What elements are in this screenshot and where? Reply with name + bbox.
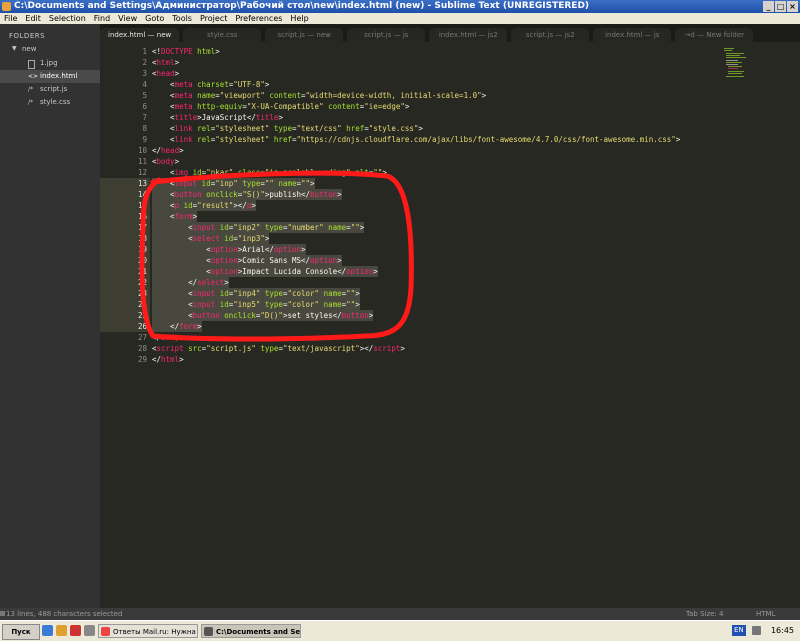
- code-line[interactable]: <meta name="viewport" content="width=dev…: [152, 90, 486, 101]
- sidebar-file-1jpg[interactable]: 1.jpg: [0, 57, 100, 70]
- code-line[interactable]: <html>: [152, 57, 179, 68]
- tab-index-html-new[interactable]: index.html — new: [100, 28, 180, 42]
- line-number: 9: [142, 135, 147, 144]
- menu-file[interactable]: File: [0, 13, 21, 24]
- line-number: 2: [142, 58, 147, 67]
- code-line[interactable]: <meta http-equiv="X-UA-Compatible" conte…: [152, 101, 409, 112]
- selection-status: 13 lines, 488 characters selected: [6, 610, 123, 618]
- quicklaunch-opera-icon[interactable]: [70, 625, 81, 636]
- start-button[interactable]: Пуск: [2, 624, 40, 640]
- tab-new-folder[interactable]: →d — New folder: [675, 28, 754, 42]
- folder-label: new: [22, 45, 37, 53]
- tab-index-html-js[interactable]: index.html — js: [593, 28, 672, 42]
- quicklaunch-browser-icon[interactable]: [56, 625, 67, 636]
- task-mailru[interactable]: Ответы Mail.ru: Нужна ...: [98, 624, 198, 638]
- menu-help[interactable]: Help: [286, 13, 312, 24]
- sublime-icon: [204, 627, 213, 636]
- line-number: 3: [142, 69, 147, 78]
- task-label: C:\Documents and Se...: [216, 628, 301, 636]
- sidebar-file-index-html[interactable]: <> index.html: [0, 70, 100, 83]
- file-icon: [28, 60, 35, 69]
- file-label: script.js: [40, 85, 68, 93]
- minimap[interactable]: [722, 46, 746, 80]
- line-number: 29: [137, 355, 147, 364]
- syntax-indicator[interactable]: HTML: [756, 608, 775, 620]
- code-line[interactable]: </head>: [152, 145, 184, 156]
- sublime-app-icon: [2, 2, 11, 11]
- quicklaunch-app-icon[interactable]: [84, 625, 95, 636]
- menu-preferences[interactable]: Preferences: [231, 13, 286, 24]
- tab-script-js-js2[interactable]: script.js — js2: [511, 28, 590, 42]
- task-sublime[interactable]: C:\Documents and Se...: [201, 624, 301, 638]
- sidebar: FOLDERS ▼ new 1.jpg <> index.html /* scr…: [0, 24, 100, 610]
- clock: 16:45: [770, 626, 794, 635]
- menu-bar: File Edit Selection Find View Goto Tools…: [0, 13, 800, 24]
- line-number: 1: [142, 47, 147, 56]
- sidebar-file-script-js[interactable]: /* script.js: [0, 83, 100, 96]
- code-line[interactable]: <link rel="stylesheet" type="text/css" h…: [152, 123, 423, 134]
- maximize-button[interactable]: □: [775, 1, 786, 12]
- file-icon: <>: [28, 73, 39, 80]
- line-number: 8: [142, 124, 147, 133]
- code-line[interactable]: <title>JavaScript</title>: [152, 112, 283, 123]
- menu-tools[interactable]: Tools: [168, 13, 196, 24]
- menu-project[interactable]: Project: [196, 13, 231, 24]
- tab-bar: index.html — new style.css script.js — n…: [100, 24, 800, 42]
- status-icon[interactable]: [0, 611, 5, 616]
- file-icon: /*: [28, 86, 34, 93]
- folder-expand-icon[interactable]: ▼: [12, 45, 17, 52]
- sidebar-file-style-css[interactable]: /* style.css: [0, 96, 100, 109]
- code-line[interactable]: </html>: [152, 354, 184, 365]
- menu-goto[interactable]: Goto: [141, 13, 168, 24]
- file-icon: /*: [28, 99, 34, 106]
- tab-script-js-js[interactable]: script.js — js: [347, 28, 426, 42]
- folder-new[interactable]: ▼ new: [12, 45, 37, 53]
- line-number: 6: [142, 102, 147, 111]
- folders-header: FOLDERS: [9, 32, 46, 40]
- window-title: C:\Documents and Settings\Администратор\…: [14, 1, 590, 11]
- code-line[interactable]: <meta charset="UTF-8">: [152, 79, 269, 90]
- system-tray: EN 16:45: [730, 623, 800, 639]
- line-number: 11: [137, 157, 147, 166]
- line-number: 10: [137, 146, 147, 155]
- menu-edit[interactable]: Edit: [21, 13, 45, 24]
- quicklaunch-desktop-icon[interactable]: [42, 625, 53, 636]
- red-annotation-outline: [139, 170, 414, 342]
- taskbar: Пуск Ответы Mail.ru: Нужна ... C:\Docume…: [0, 620, 800, 641]
- status-bar: 13 lines, 488 characters selected Tab Si…: [0, 608, 800, 620]
- code-line[interactable]: <head>: [152, 68, 179, 79]
- file-label: index.html: [40, 72, 78, 80]
- file-label: 1.jpg: [40, 59, 58, 67]
- line-number: 4: [142, 80, 147, 89]
- code-line[interactable]: <!DOCTYPE html>: [152, 46, 220, 57]
- tab-style-css[interactable]: style.css: [183, 28, 262, 42]
- minimize-button[interactable]: _: [763, 1, 774, 12]
- line-number: 28: [137, 344, 147, 353]
- window-controls: _ □ ×: [763, 1, 798, 12]
- language-indicator[interactable]: EN: [732, 625, 746, 636]
- tab-index-html-js2[interactable]: index.html — js2: [429, 28, 508, 42]
- task-label: Ответы Mail.ru: Нужна ...: [113, 628, 198, 636]
- line-number: 7: [142, 113, 147, 122]
- tab-size-indicator[interactable]: Tab Size: 4: [686, 608, 723, 620]
- code-line[interactable]: <script src="script.js" type="text/javas…: [152, 343, 405, 354]
- code-line[interactable]: <body>: [152, 156, 179, 167]
- title-bar: C:\Documents and Settings\Администратор\…: [0, 0, 800, 13]
- menu-selection[interactable]: Selection: [45, 13, 90, 24]
- line-number: 5: [142, 91, 147, 100]
- tray-icon[interactable]: [752, 626, 761, 635]
- menu-view[interactable]: View: [114, 13, 141, 24]
- tab-script-js-new[interactable]: script.js — new: [265, 28, 344, 42]
- close-button[interactable]: ×: [787, 1, 798, 12]
- menu-find[interactable]: Find: [90, 13, 114, 24]
- code-line[interactable]: <link rel="stylesheet" href="https://cdn…: [152, 134, 680, 145]
- browser-icon: [101, 627, 110, 636]
- file-label: style.css: [40, 98, 71, 106]
